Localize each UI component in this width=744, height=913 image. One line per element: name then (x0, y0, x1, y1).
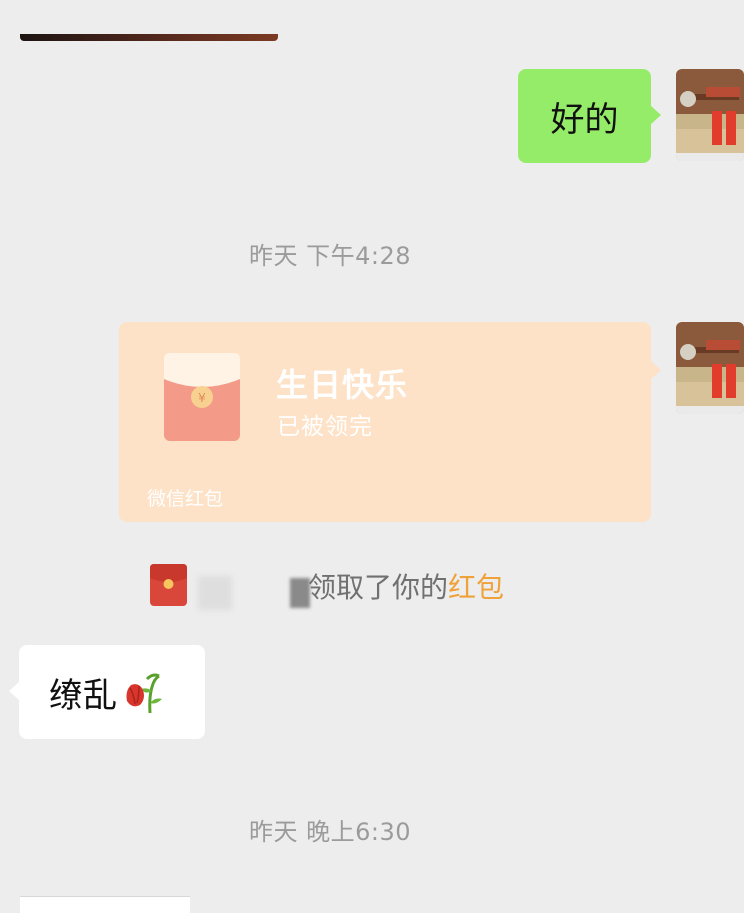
blurred-name-edge (290, 578, 310, 608)
user-avatar[interactable] (676, 69, 744, 161)
previous-message-strip (20, 34, 278, 41)
wilted-flower-icon (119, 669, 165, 715)
red-envelope-small-icon (150, 564, 187, 606)
received-text-bubble[interactable]: 缭乱 (9, 645, 205, 739)
sent-text: 好的 (550, 99, 619, 140)
timestamp-2: 昨天 晚上6:30 (249, 818, 412, 846)
avatar-photo-icon (676, 322, 744, 414)
red-envelope-icon: ¥ (164, 349, 240, 441)
bottom-next-message-strip (20, 896, 190, 913)
blurred-name (198, 576, 232, 610)
red-packet-status: 已被领完 (277, 414, 373, 440)
watermark (568, 876, 730, 892)
received-text: 缭乱 (49, 675, 117, 716)
red-packet-claim-notice: 领取了你的红包 (150, 560, 570, 610)
red-packet-footer: 微信红包 (147, 488, 224, 510)
user-avatar-second[interactable] (676, 322, 744, 414)
claim-notice-text: 领取了你的红包 (308, 571, 505, 604)
red-packet-link[interactable]: 红包 (448, 571, 504, 604)
svg-text:¥: ¥ (198, 391, 206, 405)
sent-text-bubble[interactable]: 好的 (518, 69, 661, 163)
timestamp-1: 昨天 下午4:28 (249, 242, 412, 270)
avatar-photo-icon (676, 69, 744, 161)
red-packet-title: 生日快乐 (276, 366, 409, 404)
red-packet-card[interactable]: ¥ 生日快乐 已被领完 微信红包 (119, 322, 661, 522)
